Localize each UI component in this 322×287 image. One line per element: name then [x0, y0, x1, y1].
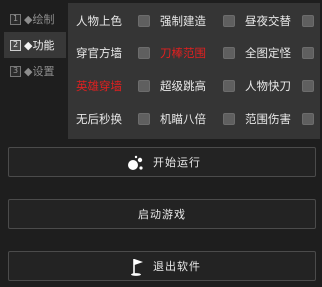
feature-checkbox[interactable]: [223, 113, 235, 125]
feature-label: 强制建造: [160, 14, 206, 28]
feature-checkbox[interactable]: [302, 80, 314, 92]
tab-column: 1 ◆绘制 2 ◆功能 3 ◆设置: [4, 6, 66, 84]
feature-label: 无后秒换: [76, 112, 122, 126]
feature-toggle[interactable]: 昼夜交替: [245, 8, 317, 34]
feature-toggle[interactable]: 穿官方墙: [76, 40, 152, 66]
feature-toggle[interactable]: 强制建造: [160, 8, 238, 34]
features-panel: 人物上色 强制建造 昼夜交替 穿官方墙 刀棒范围 全图定怪 英雄穿墙 超级跳高 …: [68, 3, 320, 139]
tab-label: ◆功能: [24, 39, 55, 52]
feature-toggle[interactable]: 机瞄八倍: [160, 106, 238, 132]
feature-checkbox[interactable]: [223, 15, 235, 27]
exit-button-label: 退出软件: [153, 260, 201, 273]
feature-toggle[interactable]: 刀棒范围: [160, 40, 238, 66]
start-button-label: 开始运行: [153, 156, 201, 169]
tab-label: ◆设置: [24, 65, 55, 78]
tab-settings[interactable]: 3 ◆设置: [4, 58, 66, 84]
feature-label: 人物上色: [76, 14, 122, 28]
app-window: 1 ◆绘制 2 ◆功能 3 ◆设置 人物上色 强制建造 昼夜交替 穿官方墙 刀棒…: [0, 0, 322, 287]
tab-draw[interactable]: 1 ◆绘制: [4, 6, 66, 32]
feature-label: 机瞄八倍: [160, 112, 206, 126]
feature-checkbox[interactable]: [138, 113, 150, 125]
feature-toggle[interactable]: 超级跳高: [160, 73, 238, 99]
feature-toggle[interactable]: 人物快刀: [245, 73, 317, 99]
features-grid: 人物上色 强制建造 昼夜交替 穿官方墙 刀棒范围 全图定怪 英雄穿墙 超级跳高 …: [68, 3, 320, 139]
feature-checkbox[interactable]: [223, 47, 235, 59]
launch-game-button[interactable]: 启动游戏: [8, 199, 316, 229]
feature-checkbox[interactable]: [138, 80, 150, 92]
tab-features[interactable]: 2 ◆功能: [4, 32, 66, 58]
feature-label: 昼夜交替: [245, 14, 291, 28]
launch-game-button-label: 启动游戏: [138, 208, 186, 221]
flag-icon: [131, 259, 143, 276]
feature-checkbox[interactable]: [302, 113, 314, 125]
feature-label: 超级跳高: [160, 79, 206, 93]
feature-label: 范围伤害: [245, 112, 291, 126]
exit-button[interactable]: 退出软件: [8, 251, 316, 281]
bubbles-icon: [128, 155, 143, 170]
feature-label: 全图定怪: [245, 46, 291, 60]
feature-checkbox[interactable]: [302, 47, 314, 59]
tab-number: 1: [10, 13, 21, 25]
feature-toggle[interactable]: 人物上色: [76, 8, 152, 34]
tab-number: 3: [10, 65, 21, 77]
feature-checkbox[interactable]: [223, 80, 235, 92]
tab-number: 2: [10, 39, 21, 51]
feature-toggle[interactable]: 无后秒换: [76, 106, 152, 132]
tab-label: ◆绘制: [24, 13, 55, 26]
feature-toggle[interactable]: 英雄穿墙: [76, 73, 152, 99]
feature-label: 穿官方墙: [76, 46, 122, 60]
feature-label: 英雄穿墙: [76, 79, 122, 93]
feature-toggle[interactable]: 全图定怪: [245, 40, 317, 66]
feature-checkbox[interactable]: [138, 15, 150, 27]
start-button[interactable]: 开始运行: [8, 147, 316, 177]
feature-checkbox[interactable]: [302, 15, 314, 27]
feature-label: 人物快刀: [245, 79, 291, 93]
feature-toggle[interactable]: 范围伤害: [245, 106, 317, 132]
feature-checkbox[interactable]: [138, 47, 150, 59]
feature-label: 刀棒范围: [160, 46, 206, 60]
